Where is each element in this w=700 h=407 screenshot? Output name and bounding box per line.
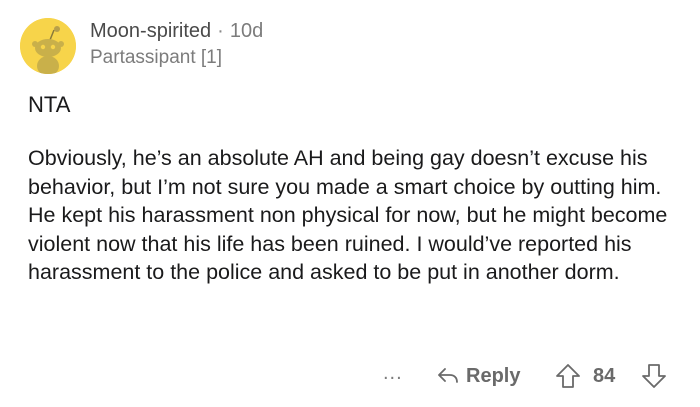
user-flair: Partassipant [1] — [90, 47, 223, 68]
separator-dot: · — [217, 20, 224, 42]
upvote-arrow-icon — [556, 364, 580, 388]
comment-actions: ... Reply 84 — [0, 362, 700, 390]
comment-body: Obviously, he’s an absolute AH and being… — [28, 146, 668, 284]
reply-button[interactable]: Reply — [436, 362, 520, 390]
vote-score: 84 — [593, 365, 616, 387]
comment-card: Moon-spirited · 10d Partassipant [1] NTA O… — [0, 0, 700, 407]
author-avatar[interactable] — [20, 18, 76, 74]
author-username[interactable]: Moon-spirited — [90, 20, 211, 42]
downvote-arrow-icon — [642, 364, 666, 388]
snoo-avatar-icon — [20, 18, 76, 74]
author-line: Moon-spirited · 10d — [90, 18, 263, 44]
more-options-button[interactable]: ... — [383, 362, 403, 390]
comment-age: 10d — [229, 20, 264, 42]
comment-verdict: NTA — [28, 92, 71, 117]
upvote-button[interactable] — [554, 362, 582, 390]
reply-arrow-icon — [438, 368, 458, 383]
reply-label: Reply — [466, 364, 521, 387]
downvote-button[interactable] — [640, 362, 668, 390]
